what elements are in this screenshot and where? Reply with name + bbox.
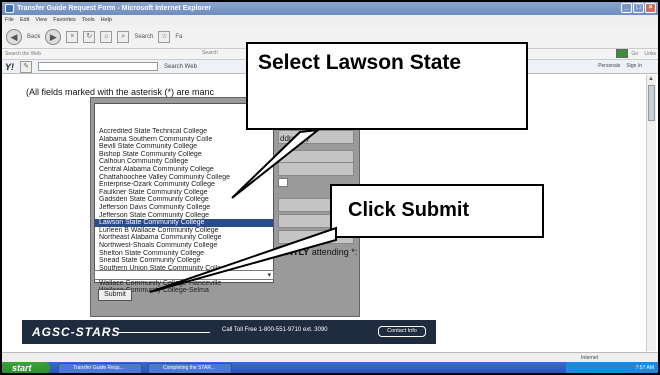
dropdown-option[interactable]: Faulkner State Community College [95,189,273,197]
dropdown-option[interactable]: Enterprise-Ozark Community College [95,181,273,189]
chevron-down-icon[interactable]: ▾ [267,271,271,279]
menu-file[interactable]: File [5,17,14,23]
taskbar-item-transfer-guide[interactable]: Transfer Guide Requ... [58,363,142,373]
form-row [278,162,354,176]
minimize-button[interactable]: _ [621,3,632,13]
home-icon[interactable]: ⌂ [100,30,113,43]
currently-attending-label: RENTLY attending *: [274,247,357,257]
menu-help[interactable]: Help [101,17,112,23]
agsc-stars-logo: AGSC-STARS [32,325,121,339]
contact-info-button[interactable]: Contact Info [378,326,426,337]
favorites-star-icon[interactable]: ☆ [158,30,171,43]
close-button[interactable]: × [645,3,656,13]
menu-bar: File Edit View Favorites Tools Help [2,15,658,25]
favorites-button-label[interactable]: Fa [175,34,182,40]
menu-tools[interactable]: Tools [82,17,95,23]
back-button-label[interactable]: Back [27,34,40,40]
personals-link[interactable]: Personals [598,63,620,69]
start-button[interactable]: start [2,362,50,373]
search-web-button[interactable]: Search Web [164,64,197,70]
title-bar: Transfer Guide Request Form - Microsoft … [2,2,658,15]
dropdown-option[interactable]: Wallace Community College-Hanceville [95,280,273,288]
stop-icon[interactable]: × [66,30,79,43]
address-search-label[interactable]: Search [202,50,218,56]
menu-favorites[interactable]: Favorites [53,17,76,23]
taskbar-item-completing[interactable]: Completing the STAR... [148,363,232,373]
dropdown-option[interactable]: Jefferson State Community College [95,212,273,220]
dropdown-option[interactable]: Jefferson Davis Community College [95,204,273,212]
go-arrow-icon[interactable] [616,49,628,58]
dropdown-option[interactable]: Bevill State Community College [95,143,273,151]
go-button-label[interactable]: Go [631,51,638,57]
toll-free-text: Call Toll Free 1-800-551-9710 ext. 3090 [222,327,328,333]
search-button-label[interactable]: Search [134,34,153,40]
internet-zone: Internet [581,355,598,361]
dropdown-option[interactable]: Northwest-Shoals Community College [95,242,273,250]
status-bar: Internet [2,352,658,362]
dropdown-option[interactable]: Lurleen B Wallace Community College [95,227,273,235]
links-label[interactable]: Links [644,51,656,57]
forward-arrow-icon[interactable]: ▶ [45,28,62,45]
toolbar-right-links: Personals Sign In [598,63,642,69]
dropdown-option[interactable]: Chattahoochee Valley Community College [95,174,273,182]
currently-strong: RENTLY [274,247,310,257]
dropdown-option[interactable]: Lawson State Community College [95,219,273,227]
yahoo-logo-icon[interactable]: Y! [5,62,14,72]
callout-click-submit: Click Submit [330,184,544,238]
menu-view[interactable]: View [35,17,47,23]
dropdown-option[interactable]: Alabama Southern Community Colle [95,136,273,144]
search-web-label: Search the Web [5,51,41,57]
college-dropdown-list[interactable]: Accredited State Technical College Alabam… [94,103,274,294]
dropdown-option[interactable]: Bishop State Community College [95,151,273,159]
small-input-field[interactable] [278,178,288,187]
pencil-icon[interactable]: ✎ [20,60,32,73]
dropdown-option[interactable]: Calhoun Community College [95,158,273,166]
currently-suffix: attending *: [309,247,358,257]
refresh-icon[interactable]: ↻ [83,30,96,43]
callout-select-lawson: Select Lawson State [246,42,528,130]
scroll-up-arrow-icon[interactable]: ▲ [648,76,654,82]
sign-in-link[interactable]: Sign In [626,63,642,69]
system-tray-clock: 7:57 AM [566,362,658,373]
dropdown-option[interactable]: Shelton State Community College [95,250,273,258]
college-select[interactable]: ▾ [94,270,274,280]
menu-edit[interactable]: Edit [20,17,29,23]
footer-divider [118,332,210,333]
ie-logo-icon [5,4,14,13]
maximize-button[interactable]: □ [633,3,644,13]
window-title: Transfer Guide Request Form - Microsoft … [17,5,212,12]
dropdown-option[interactable]: Snead State Community College [95,257,273,265]
back-arrow-icon[interactable]: ◀ [6,28,22,45]
search-icon[interactable]: ⌕ [117,30,130,43]
window-controls: _ □ × [621,3,656,13]
vertical-scrollbar[interactable]: ▲ [646,75,656,351]
taskbar: start Transfer Guide Requ... Completing … [2,362,658,373]
required-fields-note: (All fields marked with the asterisk (*)… [26,87,215,97]
search-web-input[interactable] [38,62,158,71]
page-footer: AGSC-STARS Call Toll Free 1-800-551-9710… [22,320,436,344]
dropdown-option[interactable]: Gadsden State Community College [95,196,273,204]
scrollbar-thumb[interactable] [648,85,655,121]
submit-button[interactable]: Submit [98,289,132,301]
dropdown-option[interactable]: Northeast Alabama Community College [95,234,273,242]
dropdown-option[interactable]: Central Alabama Community College [95,166,273,174]
address-hint: ddress.) [280,134,309,143]
